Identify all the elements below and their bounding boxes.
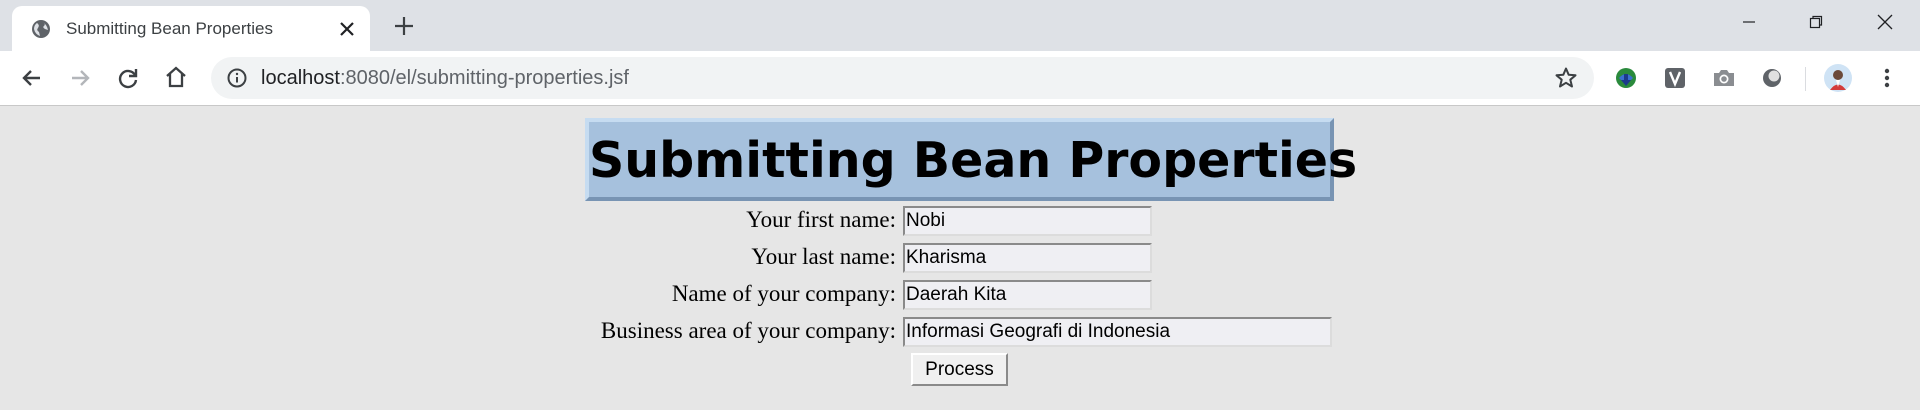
- business-area-input[interactable]: [903, 317, 1332, 347]
- page-content: Submitting Bean Properties Your first na…: [0, 106, 1920, 410]
- browser-tab[interactable]: Submitting Bean Properties: [12, 6, 370, 51]
- process-button[interactable]: Process: [911, 353, 1008, 386]
- toolbar-divider: [1805, 67, 1806, 91]
- page-title-box: Submitting Bean Properties: [585, 118, 1358, 201]
- first-name-label: Your first name:: [746, 207, 896, 232]
- tab-title: Submitting Bean Properties: [66, 19, 273, 38]
- globe-icon: [32, 20, 50, 38]
- restore-icon[interactable]: [1801, 10, 1831, 34]
- tab-strip: Submitting Bean Properties: [0, 0, 1920, 51]
- back-arrow-icon[interactable]: [19, 65, 45, 91]
- kebab-menu-icon[interactable]: [1874, 65, 1900, 91]
- url-host: localhost: [261, 67, 340, 89]
- forward-arrow-icon[interactable]: [67, 65, 93, 91]
- info-icon[interactable]: [226, 67, 248, 89]
- new-tab-icon[interactable]: [392, 14, 416, 38]
- minimize-icon[interactable]: [1734, 10, 1764, 34]
- camera-icon[interactable]: [1711, 65, 1737, 91]
- browser-toolbar: localhost:8080/el/submitting-properties.…: [0, 51, 1920, 106]
- circle-extension-icon[interactable]: [1759, 65, 1785, 91]
- avatar[interactable]: [1823, 63, 1853, 93]
- star-icon[interactable]: [1554, 66, 1578, 90]
- first-name-input[interactable]: [903, 206, 1152, 236]
- tab-close-icon[interactable]: [337, 19, 357, 39]
- home-icon[interactable]: [163, 64, 189, 90]
- last-name-label: Your last name:: [751, 244, 896, 269]
- company-name-input[interactable]: [903, 280, 1152, 310]
- v-extension-icon[interactable]: [1662, 65, 1688, 91]
- last-name-input[interactable]: [903, 243, 1152, 273]
- close-icon[interactable]: [1870, 10, 1900, 34]
- business-area-label: Business area of your company:: [600, 318, 896, 343]
- reload-icon[interactable]: [115, 65, 141, 91]
- page-title: Submitting Bean Properties: [589, 132, 1358, 189]
- company-name-label: Name of your company:: [671, 281, 896, 306]
- url-path: :8080/el/submitting-properties.jsf: [339, 67, 629, 89]
- address-bar[interactable]: localhost:8080/el/submitting-properties.…: [211, 57, 1594, 99]
- idm-icon[interactable]: [1613, 65, 1639, 91]
- url-text: localhost:8080/el/submitting-properties.…: [261, 67, 629, 90]
